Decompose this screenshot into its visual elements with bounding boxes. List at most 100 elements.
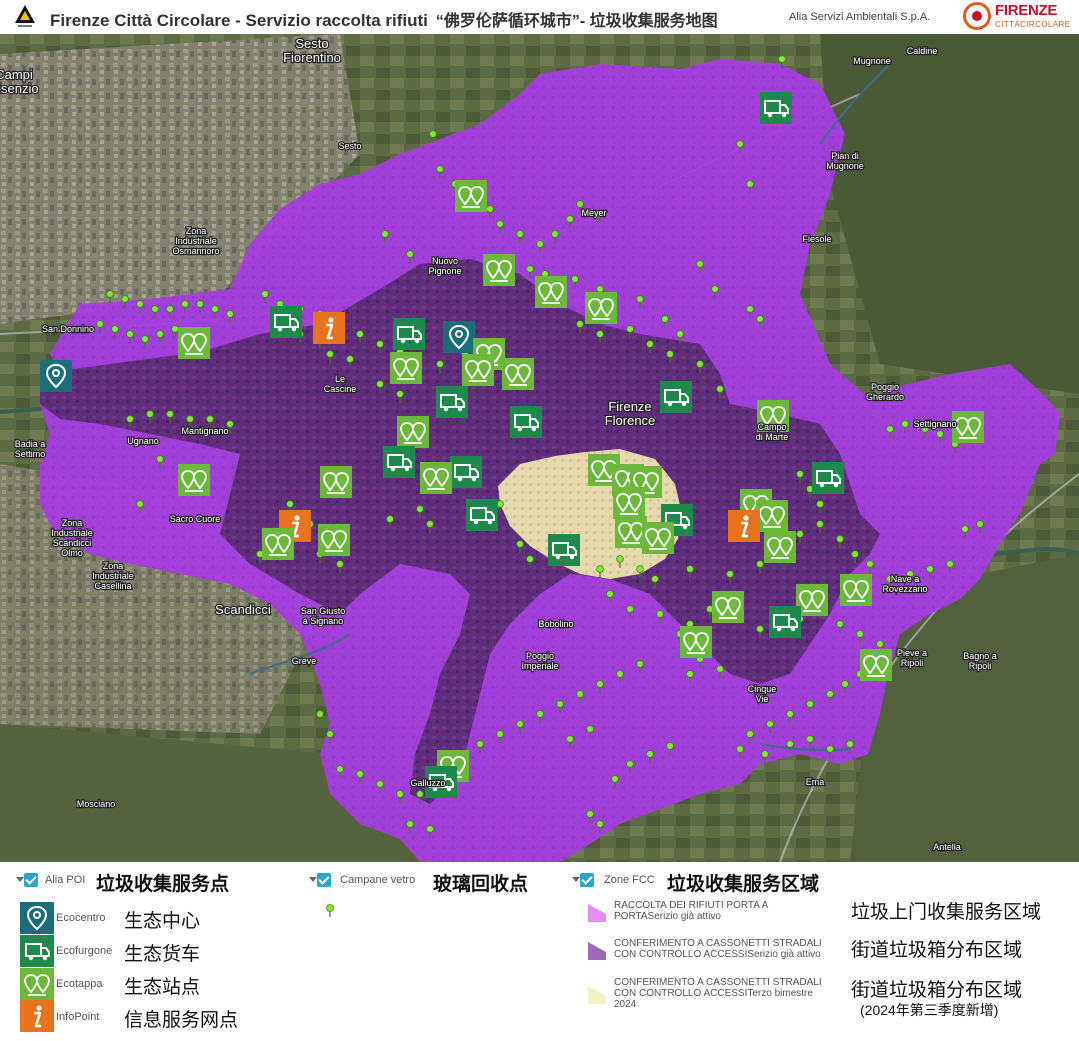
ecocentro-pin-icon [20,902,54,934]
ecotappa-double-pin-icon[interactable] [860,649,892,681]
place-label: Poggio Imperiale [521,651,558,671]
ecotappa-double-pin-icon[interactable] [502,358,534,390]
zone-street-bins-2024-label: CONFERIMENTO A CASSONETTI STRADALI CON CO… [614,977,822,1010]
zone-street-bins-label: CONFERIMENTO A CASSONETTI STRADALI CON CO… [614,938,822,960]
ecofurgone-truck-icon[interactable] [510,406,542,438]
zone-street-bins-2024-cn-label: 街道垃圾箱分布区域 [851,980,1023,1001]
place-label: Poggio Gherardo [866,382,904,402]
ecotappa-double-pin-icon[interactable] [318,524,350,556]
ecotappa-double-pin-icon[interactable] [680,626,712,658]
ecotappa-double-pin-icon[interactable] [642,522,674,554]
place-label: Pian di Mugnone [826,151,864,171]
place-label: Mantignano [181,426,228,436]
ecotappa-cn-label: 生态站点 [124,977,201,998]
map-view[interactable]: SestoFiorentinoCampiBisenzioSestoCaldine… [0,34,1079,862]
ecofurgone-truck-icon[interactable] [466,499,498,531]
ecotappa-double-pin-icon[interactable] [585,292,617,324]
place-label: Mugnone [853,56,891,66]
infopoint-info-icon[interactable] [313,312,345,344]
ecotappa-double-pin-icon[interactable] [462,354,494,386]
place-label: Meyer [581,208,606,218]
ecofurgone-truck-icon[interactable] [450,456,482,488]
place-label: Scandicci [215,602,271,617]
organization-name: Alia Servizi Ambientali S.p.A. [789,11,931,23]
glass-bank-marker-icon [326,904,334,917]
place-label: Mosciano [77,799,116,809]
campane-vetro-heading: 玻璃回收点 [433,874,529,895]
legend-panel: Alia POI 垃圾收集服务点 Ecocentro 生态中心 Ecofurgo… [0,862,1079,1041]
toggle-campane-vetro-checkbox[interactable] [317,873,331,887]
firenze-citta-circolare-logo: FIRENZE CITTÀCIRCOLARE [963,1,1075,33]
ecotappa-double-pin-icon[interactable] [613,487,645,519]
header-bar: Firenze Città Circolare - Servizio racco… [0,0,1079,34]
ecofurgone-truck-icon[interactable] [760,92,792,124]
place-label: Caldine [907,46,938,56]
ecofurgone-truck-icon [20,935,54,967]
zone-door-to-door-cn-label: 垃圾上门收集服务区域 [851,902,1042,923]
alia-logo-icon [15,5,35,27]
place-label: Firenze Florence [605,399,656,428]
ecotappa-double-pin-icon[interactable] [712,591,744,623]
ecofurgone-truck-icon[interactable] [393,318,425,350]
ecofurgone-truck-icon[interactable] [436,386,468,418]
toggle-zone-fcc-checkbox[interactable] [580,873,594,887]
map-canvas[interactable]: SestoFiorentinoCampiBisenzioSestoCaldine… [0,34,1079,862]
ecotappa-double-pin-icon[interactable] [483,254,515,286]
place-label: Ema [806,777,825,787]
zone-fcc-heading: 垃圾收集服务区域 [667,874,820,895]
zone-fcc-layer-label: Zone FCC [604,874,655,886]
place-label: Antella [933,842,961,852]
ecofurgone-truck-icon[interactable] [660,381,692,413]
place-label: Bobolino [538,619,573,629]
ecocentro-label: Ecocentro [56,912,106,924]
expand-caret-icon[interactable] [572,877,580,882]
ecotappa-double-pin-icon[interactable] [420,462,452,494]
place-label: Badia a Settimo [15,439,46,459]
ecotappa-double-pin-icon[interactable] [397,416,429,448]
ecotappa-double-pin-icon[interactable] [320,466,352,498]
ecotappa-double-pin-icon[interactable] [756,500,788,532]
ecotappa-double-pin-icon[interactable] [178,327,210,359]
alia-poi-heading: 垃圾收集服务点 [96,874,230,895]
infopoint-info-icon [20,1000,54,1032]
ecotappa-double-pin-icon[interactable] [952,411,984,443]
ecofurgone-label: Ecofurgone [56,945,113,957]
ecotappa-double-pin-icon[interactable] [764,531,796,563]
place-label: CampiBisenzio [0,67,39,96]
infopoint-info-icon[interactable] [728,510,760,542]
expand-caret-icon[interactable] [16,877,24,882]
zone-street-bins-cn-label: 街道垃圾箱分布区域 [851,940,1023,961]
ecofurgone-cn-label: 生态货车 [124,944,201,965]
ecotappa-double-pin-icon[interactable] [178,464,210,496]
ecofurgone-truck-icon[interactable] [769,606,801,638]
zone-street-bins-2024-swatch [588,986,606,1004]
ecofurgone-truck-icon[interactable] [548,534,580,566]
ecofurgone-truck-icon[interactable] [270,306,302,338]
ecocentro-pin-icon[interactable] [443,321,475,353]
ecotappa-double-pin-icon[interactable] [840,574,872,606]
ecotappa-label: Ecotappa [56,978,103,990]
alia-poi-layer-label: Alia POI [45,874,86,886]
place-label: Sacro Cuore [170,514,221,524]
place-label: Campo di Marte [756,422,789,442]
infopoint-cn-label: 信息服务网点 [124,1010,239,1031]
place-label: Galluzzo [410,778,445,788]
place-label: Ugnano [127,436,159,446]
place-label: Sesto [338,141,361,151]
place-label: Greve [292,656,317,666]
zone-door-to-door-swatch [588,904,606,922]
ecotappa-double-pin-icon[interactable] [262,528,294,560]
ecocentro-pin-icon[interactable] [40,360,72,392]
expand-caret-icon[interactable] [309,877,317,882]
ecotappa-double-pin-icon[interactable] [390,352,422,384]
zone-street-bins-2024-note: (2024年第三季度新增) [860,1002,999,1018]
brand-ring-icon [963,2,991,30]
ecotappa-double-pin-icon[interactable] [455,180,487,212]
infopoint-label: InfoPoint [56,1011,100,1023]
place-label: Nuovo Pignone [428,256,461,276]
toggle-alia-poi-checkbox[interactable] [24,873,38,887]
ecofurgone-truck-icon[interactable] [812,462,844,494]
ecofurgone-truck-icon[interactable] [383,446,415,478]
ecocentro-cn-label: 生态中心 [124,911,201,932]
ecotappa-double-pin-icon[interactable] [535,276,567,308]
